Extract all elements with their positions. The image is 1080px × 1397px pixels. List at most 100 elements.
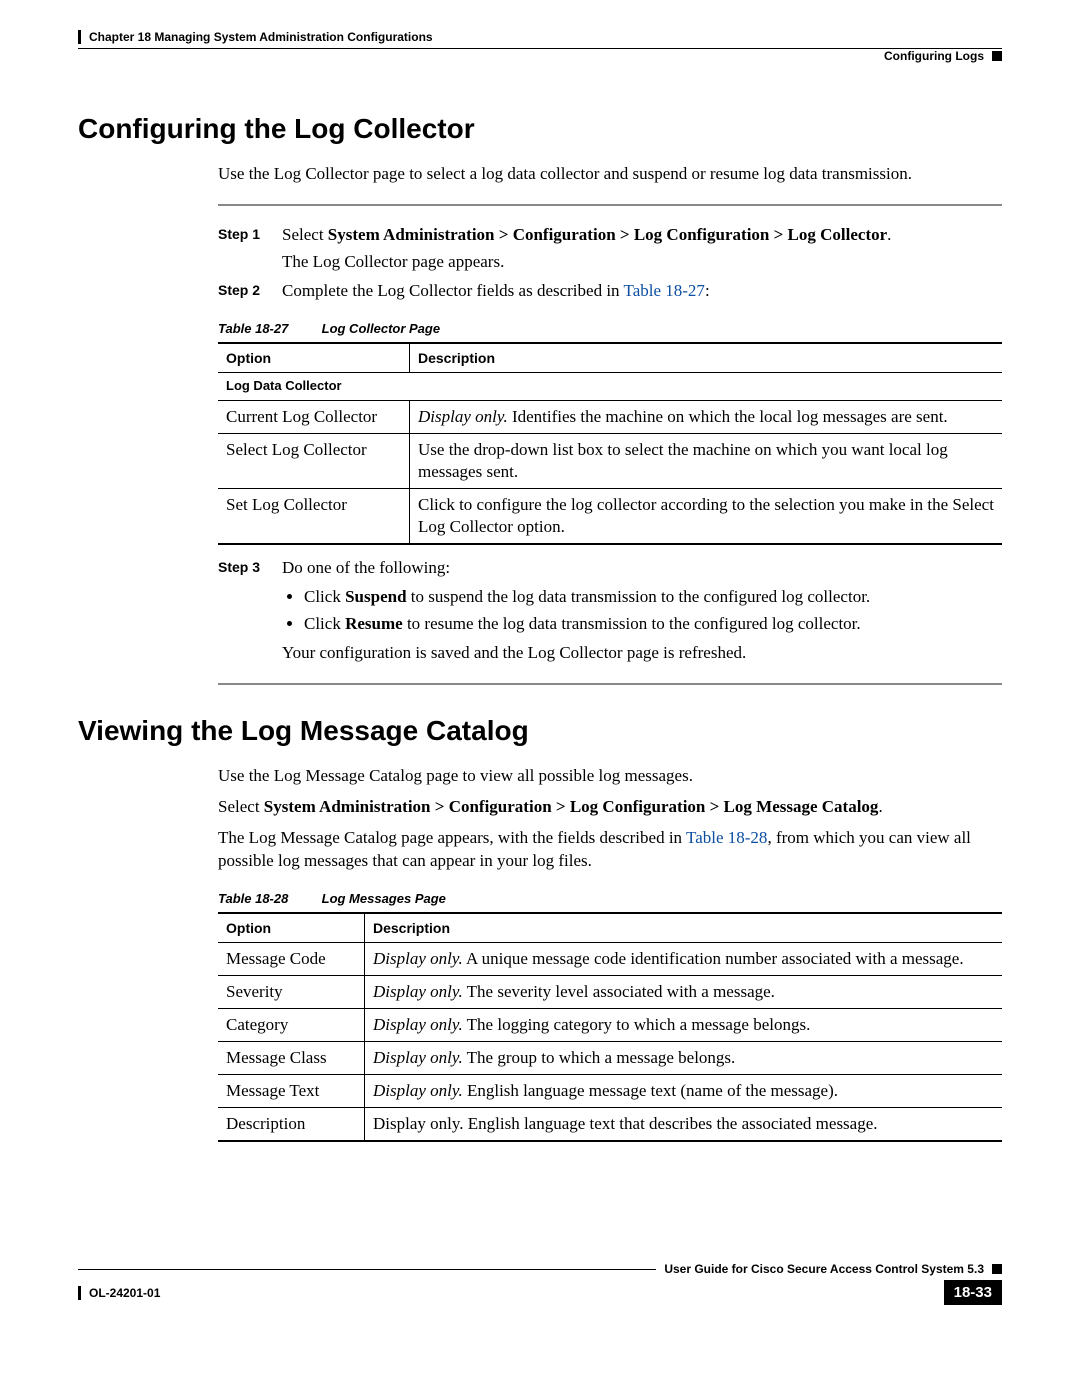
page-footer: User Guide for Cisco Secure Access Contr…	[78, 1262, 1002, 1305]
desc-cell: Display only. A unique message code iden…	[365, 942, 1003, 975]
desc-cell: Display only. English language message t…	[365, 1074, 1003, 1107]
section1-intro: Use the Log Collector page to select a l…	[218, 163, 1002, 186]
step2-suffix: :	[705, 281, 710, 300]
opt-cell: Message Class	[218, 1041, 365, 1074]
desc-text: The logging category to which a message …	[463, 1015, 811, 1034]
th-option: Option	[218, 913, 365, 943]
th-option: Option	[218, 343, 410, 373]
sel-bold: System Administration > Configuration > …	[264, 797, 879, 816]
table-row: Message Code Display only. A unique mess…	[218, 942, 1002, 975]
step-3: Step 3 Do one of the following: Click Su…	[218, 557, 1002, 665]
footer-line-1: User Guide for Cisco Secure Access Contr…	[78, 1262, 1002, 1276]
desc-text: Click to configure the log collector acc…	[418, 495, 994, 536]
footer-line-2: OL-24201-01 18-33	[78, 1280, 1002, 1305]
desc-cell: Click to configure the log collector acc…	[410, 488, 1003, 544]
step2-prefix: Complete the Log Collector fields as des…	[282, 281, 624, 300]
opt-cell: Message Code	[218, 942, 365, 975]
subheader-cell: Log Data Collector	[218, 372, 1002, 400]
b2-post: to resume the log data transmission to t…	[403, 614, 861, 633]
b1-bold: Suspend	[345, 587, 406, 606]
section-divider	[218, 683, 1002, 685]
desc-cell: Display only. The severity level associa…	[365, 975, 1003, 1008]
step-label: Step 3	[218, 557, 282, 665]
page-number-badge: 18-33	[944, 1280, 1002, 1305]
section2-intro: Use the Log Message Catalog page to view…	[218, 765, 1002, 788]
section-title-log-collector: Configuring the Log Collector	[78, 113, 1002, 145]
desc-em: Display only.	[373, 1048, 463, 1067]
opt-cell: Select Log Collector	[218, 433, 410, 488]
footer-doc-id: OL-24201-01	[89, 1286, 160, 1300]
opt-cell: Severity	[218, 975, 365, 1008]
desc-text: Display only. English language text that…	[373, 1114, 878, 1133]
footer-guide-title: User Guide for Cisco Secure Access Contr…	[664, 1262, 984, 1276]
desc-text: Use the drop-down list box to select the…	[418, 440, 948, 481]
desc-cell: Display only. The logging category to wh…	[365, 1008, 1003, 1041]
desc-text: The group to which a message belongs.	[463, 1048, 736, 1067]
table-row: Message Text Display only. English langu…	[218, 1074, 1002, 1107]
list-item: Click Suspend to suspend the log data tr…	[304, 586, 1002, 609]
desc-cell: Use the drop-down list box to select the…	[410, 433, 1003, 488]
desc-text: A unique message code identification num…	[463, 949, 964, 968]
table-ref-link[interactable]: Table 18-27	[624, 281, 705, 300]
table-18-28: Option Description Message Code Display …	[218, 912, 1002, 1143]
header-bar-icon	[78, 30, 81, 44]
step1-prefix: Select	[282, 225, 328, 244]
step1-suffix: .	[887, 225, 891, 244]
step-label: Step 1	[218, 224, 282, 274]
opt-cell: Set Log Collector	[218, 488, 410, 544]
square-icon	[992, 1264, 1002, 1274]
desc-em: Display only.	[373, 949, 463, 968]
table-18-27: Option Description Log Data Collector Cu…	[218, 342, 1002, 545]
table-row: Select Log Collector Use the drop-down l…	[218, 433, 1002, 488]
section-divider	[218, 204, 1002, 206]
footer-left: OL-24201-01	[78, 1286, 160, 1300]
appears-pre: The Log Message Catalog page appears, wi…	[218, 828, 686, 847]
table-row: Set Log Collector Click to configure the…	[218, 488, 1002, 544]
table-row: Category Display only. The logging categ…	[218, 1008, 1002, 1041]
desc-cell: Display only. Identifies the machine on …	[410, 400, 1003, 433]
table-18-28-caption: Table 18-28 Log Messages Page	[218, 891, 1002, 906]
chapter-text: Chapter 18 Managing System Administratio…	[89, 30, 433, 44]
th-description: Description	[365, 913, 1003, 943]
section2-select: Select System Administration > Configura…	[218, 796, 1002, 819]
table-row: Message Class Display only. The group to…	[218, 1041, 1002, 1074]
step-2: Step 2 Complete the Log Collector fields…	[218, 280, 1002, 303]
header-right-label: Configuring Logs	[884, 49, 984, 63]
square-icon	[992, 51, 1002, 61]
opt-cell: Message Text	[218, 1074, 365, 1107]
b1-pre: Click	[304, 587, 345, 606]
desc-text: English language message text (name of t…	[463, 1081, 838, 1100]
b2-pre: Click	[304, 614, 345, 633]
desc-cell: Display only. English language text that…	[365, 1108, 1003, 1142]
footer-bar-icon	[78, 1286, 81, 1300]
section-title-log-catalog: Viewing the Log Message Catalog	[78, 715, 1002, 747]
table-header-row: Option Description	[218, 343, 1002, 373]
sel-suffix: .	[878, 797, 882, 816]
step-body: Do one of the following: Click Suspend t…	[282, 557, 1002, 665]
table-18-27-caption: Table 18-27 Log Collector Page	[218, 321, 1002, 336]
sel-prefix: Select	[218, 797, 264, 816]
desc-em: Display only.	[373, 982, 463, 1001]
step1-sub: The Log Collector page appears.	[282, 251, 1002, 274]
desc-em: Display only.	[418, 407, 508, 426]
desc-text: Identifies the machine on which the loca…	[508, 407, 948, 426]
caption-label: Table 18-28	[218, 891, 318, 906]
step-label: Step 2	[218, 280, 282, 303]
table-subheader-row: Log Data Collector	[218, 372, 1002, 400]
caption-title: Log Collector Page	[322, 321, 440, 336]
b2-bold: Resume	[345, 614, 403, 633]
caption-title: Log Messages Page	[322, 891, 446, 906]
step3-text: Do one of the following:	[282, 558, 450, 577]
table-ref-link[interactable]: Table 18-28	[686, 828, 767, 847]
header-chapter: Chapter 18 Managing System Administratio…	[78, 30, 1002, 44]
table-row: Current Log Collector Display only. Iden…	[218, 400, 1002, 433]
section2-appears: The Log Message Catalog page appears, wi…	[218, 827, 1002, 873]
desc-cell: Display only. The group to which a messa…	[365, 1041, 1003, 1074]
table-row: Description Display only. English langua…	[218, 1108, 1002, 1142]
opt-cell: Description	[218, 1108, 365, 1142]
step-body: Select System Administration > Configura…	[282, 224, 1002, 274]
desc-em: Display only.	[373, 1015, 463, 1034]
table-row: Severity Display only. The severity leve…	[218, 975, 1002, 1008]
b1-post: to suspend the log data transmission to …	[407, 587, 871, 606]
desc-text: The severity level associated with a mes…	[463, 982, 775, 1001]
